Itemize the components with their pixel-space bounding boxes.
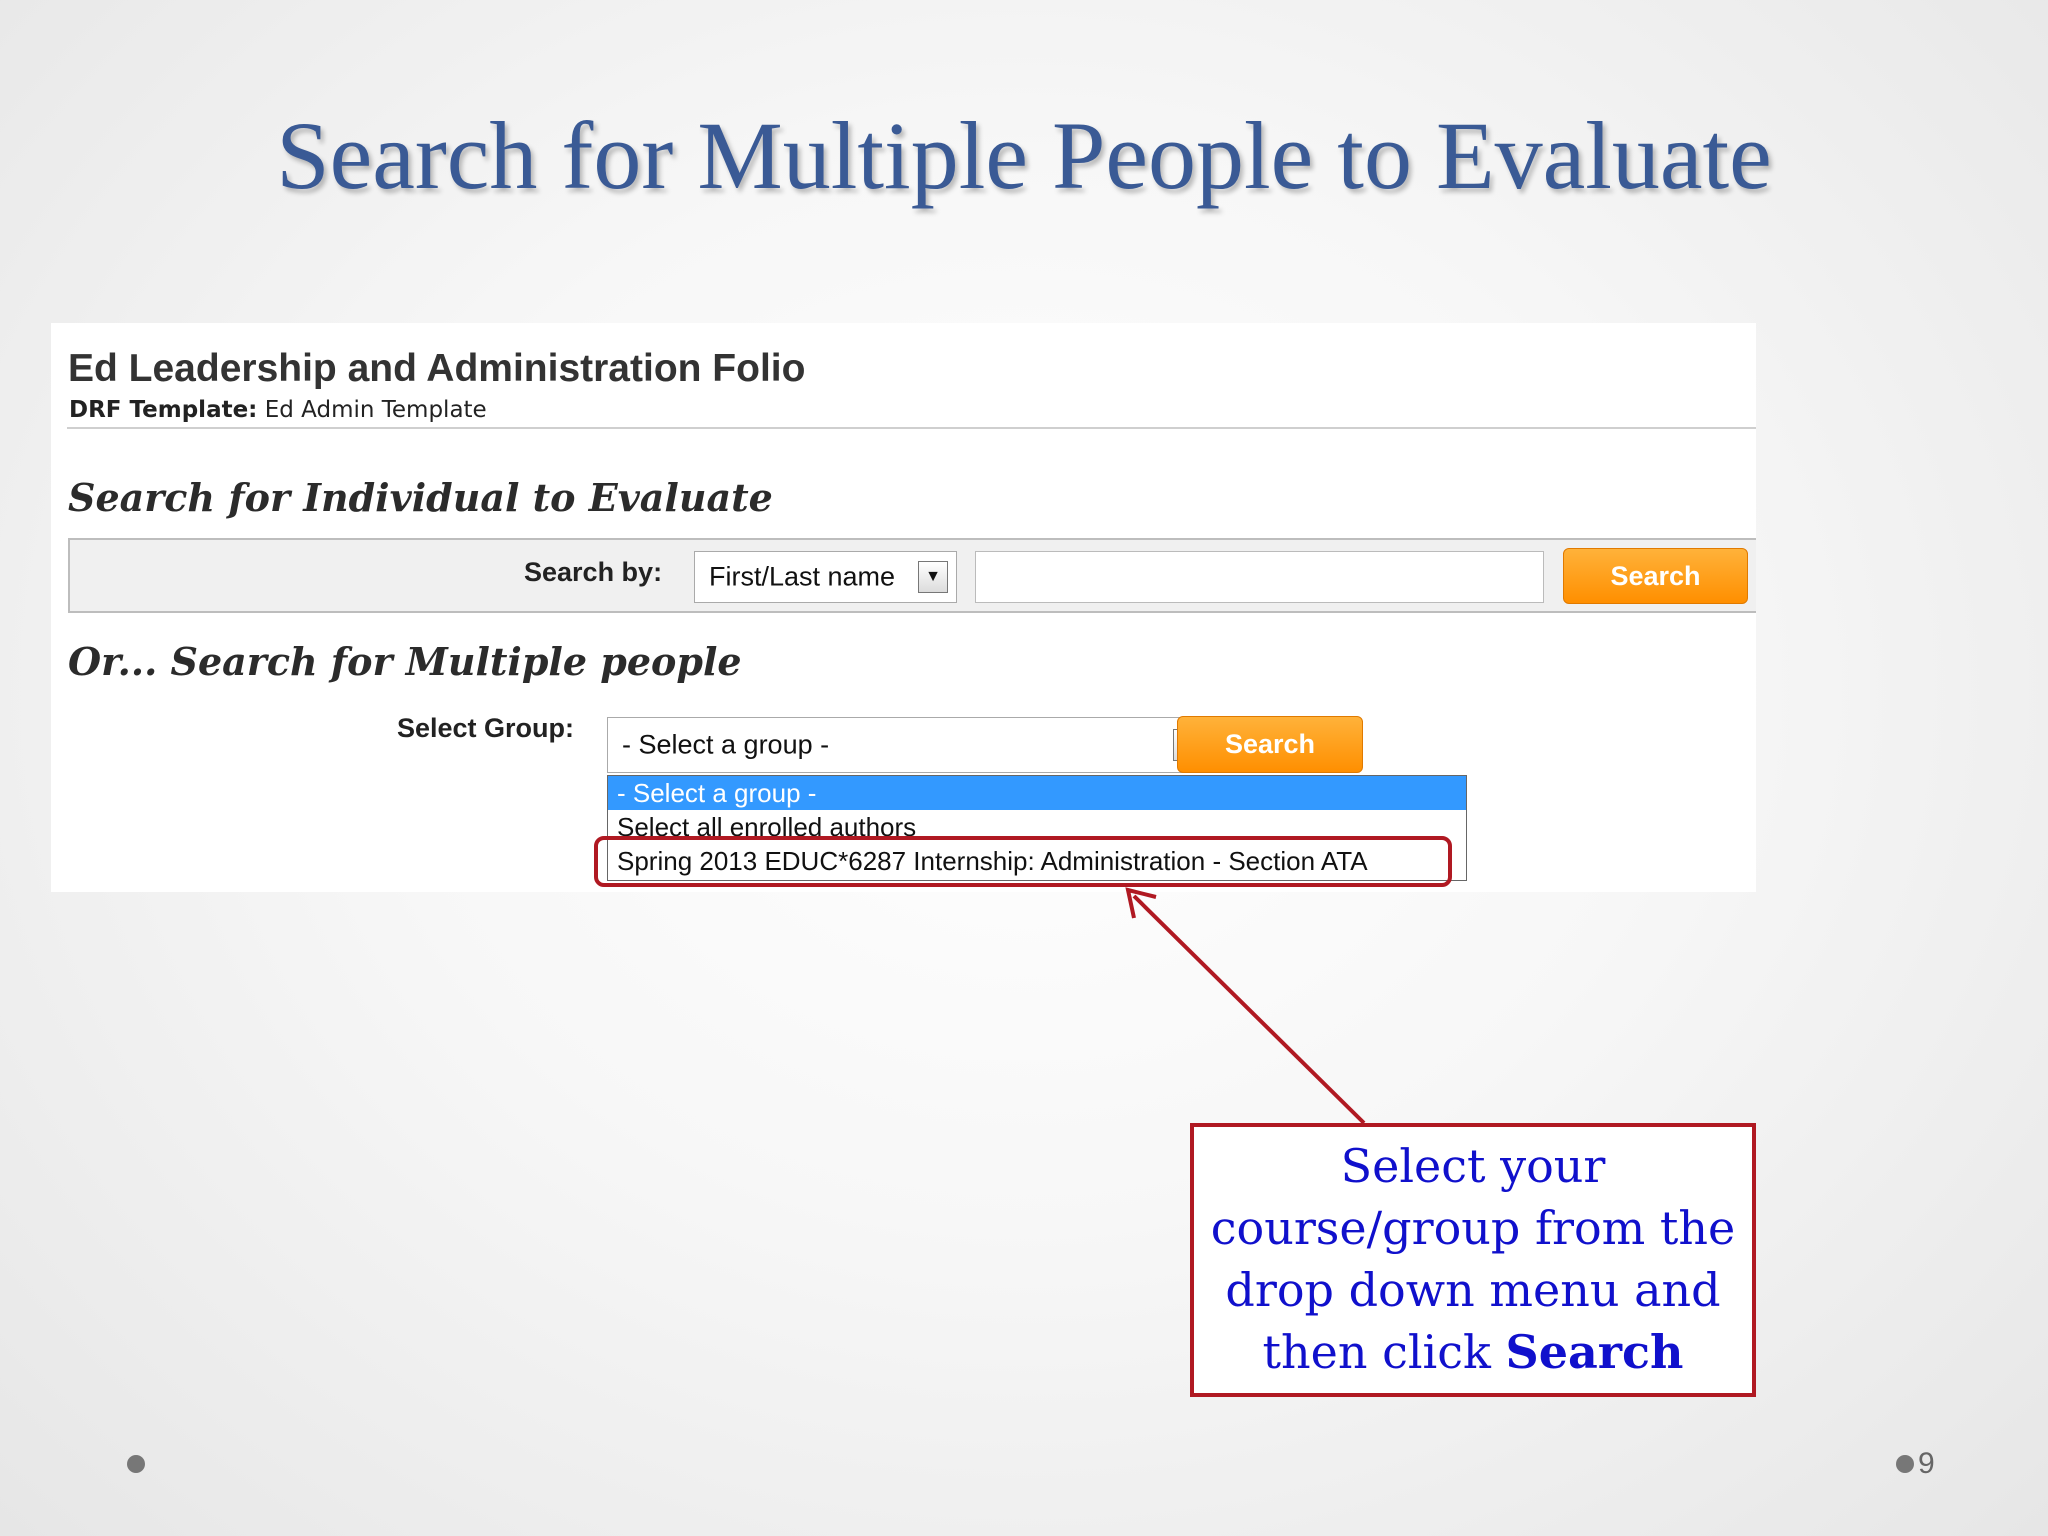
callout-line-3: drop down menu and [1225, 1263, 1721, 1317]
callout-line-1: Select your [1340, 1139, 1606, 1193]
callout-line-4: then click Search [1194, 1321, 1752, 1383]
bullet-dot-left [127, 1455, 145, 1473]
callout-line-4-prefix: then click [1262, 1325, 1506, 1379]
bullet-dot-right [1896, 1455, 1914, 1473]
instruction-callout: Select your course/group from the drop d… [1190, 1123, 1756, 1397]
callout-search-word: Search [1505, 1325, 1684, 1379]
callout-line-2: course/group from the [1210, 1201, 1736, 1255]
page-number: 9 [1918, 1447, 1935, 1480]
